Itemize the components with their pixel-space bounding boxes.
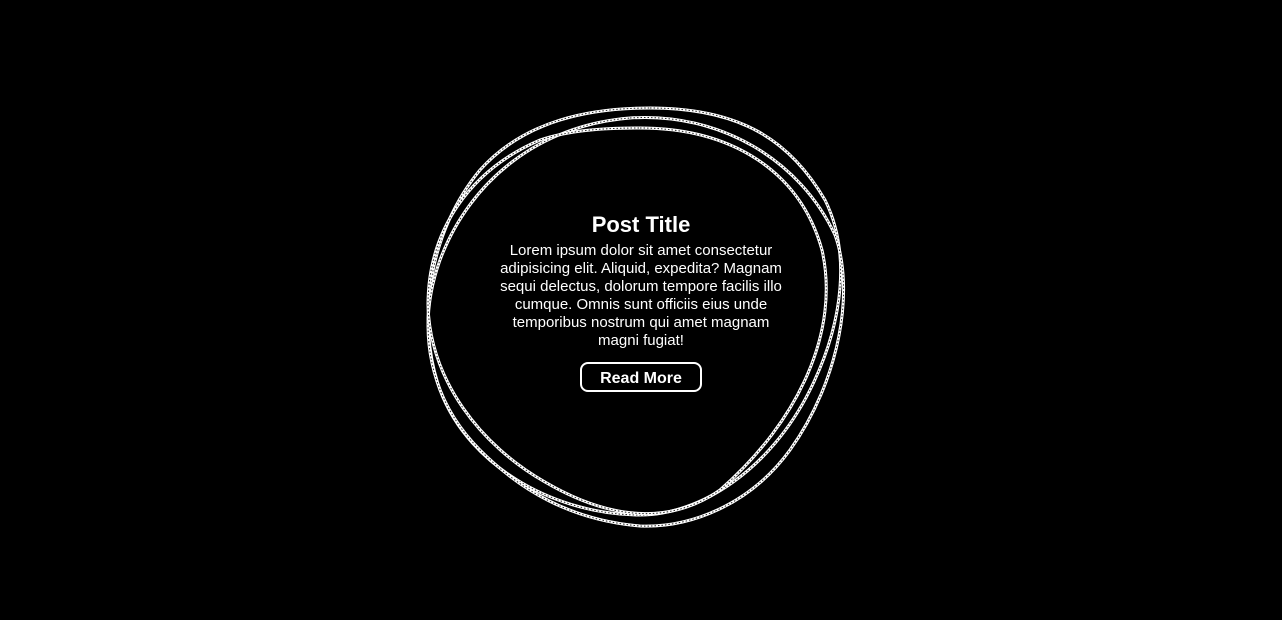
post-card: Post Title Lorem ipsum dolor sit amet co… [491, 208, 791, 392]
post-title: Post Title [591, 212, 691, 237]
read-more-button[interactable]: Read More [580, 362, 702, 392]
page: Post Title Lorem ipsum dolor sit amet co… [0, 0, 1282, 620]
post-body: Lorem ipsum dolor sit amet consectetur a… [500, 242, 782, 349]
